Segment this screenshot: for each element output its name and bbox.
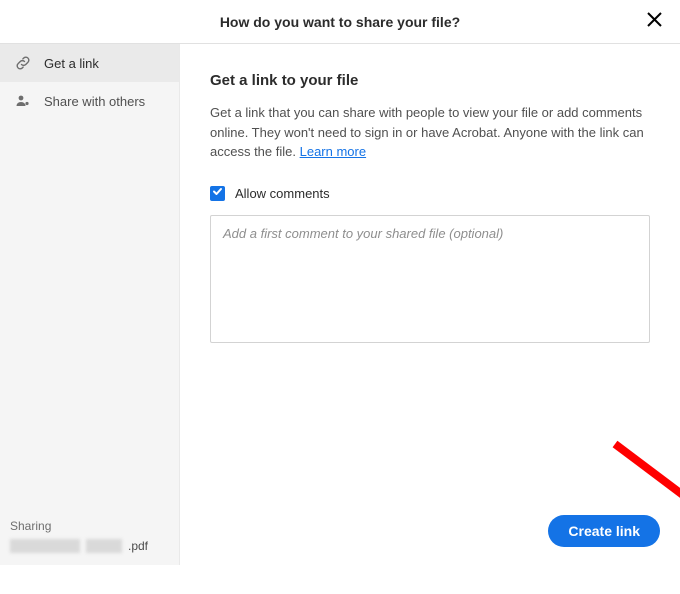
filename-row: .pdf [10, 539, 169, 553]
section-description: Get a link that you can share with peopl… [210, 103, 650, 162]
learn-more-link[interactable]: Learn more [300, 144, 366, 159]
dialog-header: How do you want to share your file? [0, 0, 680, 44]
redacted-block [86, 539, 122, 553]
annotation-arrow [600, 434, 680, 594]
checkmark-icon [212, 184, 223, 202]
sidebar-item-label: Share with others [44, 94, 145, 109]
file-extension: .pdf [128, 539, 148, 553]
comment-input[interactable] [210, 215, 650, 343]
sidebar-item-get-link[interactable]: Get a link [0, 44, 179, 82]
allow-comments-checkbox[interactable] [210, 186, 225, 201]
sharing-label: Sharing [10, 519, 169, 533]
sidebar-item-share-others[interactable]: Share with others [0, 82, 179, 120]
allow-comments-row: Allow comments [210, 186, 650, 201]
section-title: Get a link to your file [210, 72, 650, 89]
sidebar-footer: Sharing .pdf [10, 519, 169, 553]
main-panel: Get a link to your file Get a link that … [180, 44, 680, 565]
redacted-block [10, 539, 80, 553]
dialog-title: How do you want to share your file? [220, 14, 460, 30]
description-text: Get a link that you can share with peopl… [210, 105, 644, 159]
create-link-button[interactable]: Create link [548, 515, 660, 547]
dialog-body: Get a link Share with others Sharing .pd… [0, 44, 680, 565]
allow-comments-label: Allow comments [235, 186, 330, 201]
sidebar: Get a link Share with others Sharing .pd… [0, 44, 180, 565]
close-icon [647, 12, 662, 32]
link-icon [14, 54, 32, 72]
sidebar-item-label: Get a link [44, 56, 99, 71]
close-button[interactable] [642, 10, 666, 34]
people-icon [14, 92, 32, 110]
